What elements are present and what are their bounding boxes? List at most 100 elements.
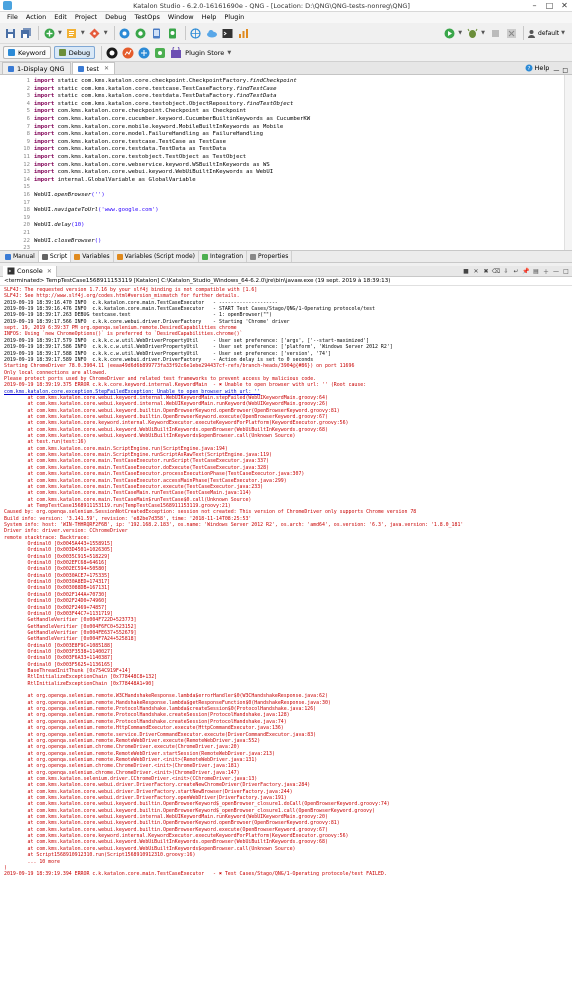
code-keyword: import (34, 161, 55, 168)
tab-integration[interactable]: Integration (199, 251, 248, 262)
tab-variables-script-mode[interactable]: Variables (Script mode) (114, 251, 199, 262)
menu-file[interactable]: File (3, 12, 22, 23)
spy-web-icon[interactable] (118, 26, 132, 40)
tab-properties[interactable]: Properties (247, 251, 293, 262)
save-all-icon[interactable] (19, 26, 33, 40)
code-body: internal.GlobalVariable as GlobalVariabl… (54, 176, 196, 183)
word-wrap-icon[interactable]: ↵ (512, 267, 520, 275)
tab-script[interactable]: Script (38, 251, 72, 262)
console-line: at com.kms.katalon.core.webui.keyword.in… (4, 814, 328, 821)
record-web-icon[interactable] (134, 26, 148, 40)
toolbar-separator (38, 26, 39, 40)
analytics-icon[interactable] (121, 46, 135, 60)
debug-run-icon[interactable] (465, 26, 479, 40)
run-icon[interactable] (442, 26, 456, 40)
code-keyword: import (34, 85, 55, 92)
console-line: Ordinal0 [0x002F144A+70730] (4, 591, 108, 598)
line-number: 9 (26, 138, 30, 145)
console-line: 2019-09-19 18:39:19.394 ERROR c.k.katalo… (4, 871, 387, 878)
code-body: static com.kms.katalon.core.testcase.Tes… (54, 85, 237, 92)
minimize-view-icon[interactable]: — (553, 67, 559, 74)
remove-all-icon[interactable]: ✖ (482, 267, 490, 275)
tab-1-display-qng[interactable]: 1-Display QNG (2, 62, 71, 74)
chevron-down-icon[interactable]: ▼ (227, 50, 231, 56)
plugin-store-label[interactable]: Plugin Store (185, 49, 224, 57)
console-line: GetHandleVerifier [0x004F722D+523773] (4, 617, 137, 624)
new-add-icon[interactable] (42, 26, 56, 40)
profile-label: default (538, 29, 560, 37)
console-line: 2019-09-19 18:39:16.470 INFO c.k.katalon… (4, 299, 278, 306)
console-line: at com.kms.katalon.core.main.TestCaseExe… (4, 483, 264, 490)
remove-launch-icon[interactable]: ✕ (472, 267, 480, 275)
console-line: Ordinal0 [0x003F44C7+1131719] (4, 610, 113, 617)
console-line: sept. 19, 2019 6:39:37 PM org.openqa.sel… (4, 325, 237, 332)
menu-debug[interactable]: Debug (101, 12, 130, 23)
console-line: Ordinal0 [0x002F24D0+74960] (4, 598, 108, 605)
plugin-store-icon[interactable] (169, 46, 183, 60)
chevron-down-icon[interactable]: ▼ (458, 30, 462, 36)
debug-perspective-button[interactable]: Debug (53, 46, 96, 59)
scroll-lock-icon[interactable]: ⇩ (502, 267, 510, 275)
tab-test[interactable]: test ✕ (71, 62, 116, 74)
maximize-view-icon[interactable]: □ (562, 67, 568, 74)
terminal-icon[interactable] (221, 26, 235, 40)
chevron-down-icon[interactable]: ▼ (58, 30, 62, 36)
profile-icon (528, 29, 536, 38)
stop-icon[interactable] (488, 26, 502, 40)
menu-project[interactable]: Project (71, 12, 101, 23)
line-number: 14 (23, 176, 30, 183)
git-icon[interactable] (88, 26, 102, 40)
profile-selector[interactable]: default ▼ (527, 29, 568, 38)
integration-icon[interactable] (153, 46, 167, 60)
menu-testops[interactable]: TestOps (130, 12, 163, 23)
menu-window[interactable]: Window (164, 12, 198, 23)
manual-icon (5, 253, 11, 260)
console-line: at com.kms.katalon.core.webui.keyword.bu… (4, 407, 340, 414)
maximize-view-icon[interactable]: □ (562, 267, 570, 275)
keyword-perspective-button[interactable]: Keyword (3, 46, 51, 59)
code-text: import static com.kms.katalon.core.testc… (34, 86, 277, 93)
tab-console[interactable]: Console ✕ (3, 265, 57, 277)
tab-manual[interactable]: Manual (2, 251, 39, 262)
console-line: at org.openqa.selenium.remote.HttpComman… (4, 725, 284, 732)
console-line: at com.kms.katalon.core.webui.keyword.bu… (4, 826, 328, 833)
keyword-icon[interactable] (65, 26, 79, 40)
testops-icon[interactable] (137, 46, 151, 60)
menu-help[interactable]: Help (198, 12, 221, 23)
line-number: 3 (26, 93, 30, 100)
chevron-down-icon[interactable]: ▼ (481, 30, 485, 36)
web-service-icon[interactable] (189, 26, 203, 40)
chevron-down-icon[interactable]: ▼ (81, 30, 85, 36)
menu-plugin[interactable]: Plugin (220, 12, 248, 23)
menu-edit[interactable]: Edit (50, 12, 71, 23)
console-line: at com.kms.katalon.selenium.driver.CChro… (4, 775, 258, 782)
code-line: 12 import com.kms.katalon.core.webservice… (0, 162, 560, 169)
close-icon[interactable]: ✕ (104, 65, 109, 72)
code-text: WebUI.closeBrowser() (34, 238, 101, 245)
close-icon[interactable]: ✕ (47, 268, 52, 275)
tab-variables[interactable]: Variables (71, 251, 114, 262)
minimize-button[interactable]: – (527, 0, 542, 12)
clear-console-icon[interactable]: ⌫ (492, 267, 500, 275)
dashboard-icon[interactable] (237, 26, 251, 40)
pin-console-icon[interactable]: 📌 (522, 267, 530, 275)
display-console-icon[interactable]: ▤ (532, 267, 540, 275)
console-output[interactable]: SLF4J: The requested version 1.7.16 by y… (0, 286, 572, 998)
open-console-icon[interactable]: ＋ (542, 267, 550, 276)
help-button[interactable]: ? Help (525, 62, 549, 74)
code-body: com.kms.katalon.core.testobject.TestObje… (54, 154, 247, 160)
minimize-view-icon[interactable]: — (552, 267, 560, 275)
terminate-icon[interactable] (504, 26, 518, 40)
editor-scrollbar[interactable] (564, 75, 572, 250)
record-mobile-icon[interactable] (166, 26, 180, 40)
menu-action[interactable]: Action (22, 12, 50, 23)
spy-mobile-icon[interactable] (150, 26, 164, 40)
katalon-logo-icon[interactable] (105, 46, 119, 60)
cloud-icon[interactable] (205, 26, 219, 40)
close-window-button[interactable]: ✕ (557, 0, 572, 12)
save-icon[interactable] (3, 26, 17, 40)
chevron-down-icon[interactable]: ▼ (104, 30, 108, 36)
script-editor[interactable]: 1 import static com.kms.katalon.core.chec… (0, 75, 572, 251)
terminate-icon[interactable]: ■ (462, 267, 470, 275)
maximize-button[interactable]: □ (542, 0, 557, 12)
